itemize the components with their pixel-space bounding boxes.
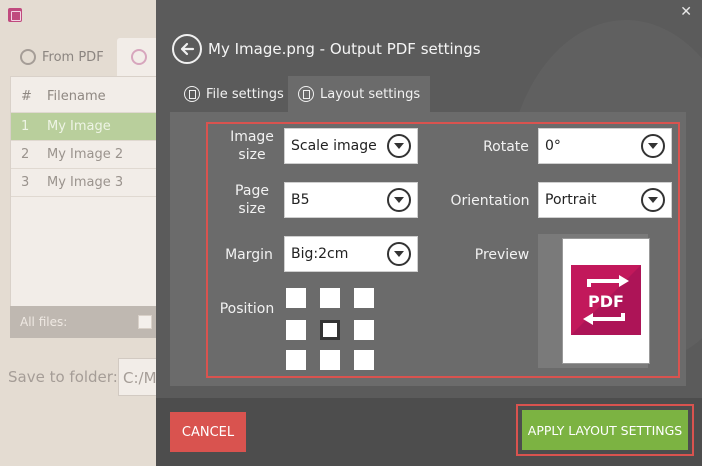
layout-settings-icon [298, 86, 314, 102]
position-middle-right[interactable] [354, 320, 374, 340]
output-settings-dialog: ✕ My Image.png - Output PDF settings Fil… [156, 0, 702, 466]
orientation-label: Orientation [450, 193, 530, 209]
preview-page: PDF [562, 238, 650, 364]
header-num: # [21, 89, 32, 104]
dialog-title: My Image.png - Output PDF settings [208, 40, 481, 58]
margin-select[interactable]: Big:2cm [284, 236, 418, 272]
page-size-label-line2: size [238, 201, 266, 217]
all-files-label: All files: [20, 315, 68, 329]
tab-file-settings-label: File settings [206, 86, 284, 102]
layout-settings-panel: Image size Scale image Rotate 0° Page si… [170, 112, 686, 386]
header-filename: Filename [47, 89, 106, 104]
position-top-left[interactable] [286, 288, 306, 308]
preview-label: Preview [474, 247, 530, 263]
position-bottom-right[interactable] [354, 350, 374, 370]
position-middle-left[interactable] [286, 320, 306, 340]
table-row[interactable]: 1 My Image [11, 113, 161, 141]
apply-layout-settings-button[interactable]: APPLY LAYOUT SETTINGS [522, 410, 688, 450]
rotate-select[interactable]: 0° [538, 128, 672, 164]
chevron-down-icon [387, 188, 411, 212]
row-num: 2 [21, 147, 30, 162]
image-size-label-line2: size [238, 147, 266, 163]
cancel-button[interactable]: CANCEL [170, 412, 246, 452]
position-label: Position [219, 301, 275, 317]
app-logo-icon [8, 8, 22, 22]
page-size-label: Page size [222, 182, 282, 218]
table-row[interactable]: 2 My Image 2 [11, 141, 161, 169]
image-size-label-line1: Image [230, 129, 274, 145]
image-size-label: Image size [222, 128, 282, 164]
back-button[interactable] [172, 34, 202, 64]
dialog-footer: CANCEL APPLY LAYOUT SETTINGS [156, 398, 702, 466]
file-settings-icon [184, 86, 200, 102]
table-row[interactable]: 3 My Image 3 [11, 169, 161, 197]
tab-layout-settings[interactable]: Layout settings [288, 76, 430, 112]
pdf-logo-text: PDF [588, 292, 624, 311]
row-num: 1 [21, 119, 30, 134]
chevron-down-icon [641, 188, 665, 212]
chevron-down-icon [387, 242, 411, 266]
page-size-label-line1: Page [235, 183, 269, 199]
apply-highlight-box: APPLY LAYOUT SETTINGS [516, 404, 694, 456]
page-size-select[interactable]: B5 [284, 182, 418, 218]
image-size-select[interactable]: Scale image [284, 128, 418, 164]
close-icon[interactable]: ✕ [680, 4, 692, 20]
file-table: # Filename 1 My Image 2 My Image 2 3 My … [10, 76, 161, 338]
rotate-label: Rotate [483, 139, 529, 155]
tab-file-settings[interactable]: File settings [174, 76, 286, 112]
rotate-value: 0° [545, 138, 561, 154]
position-top-center[interactable] [320, 288, 340, 308]
row-num: 3 [21, 175, 30, 190]
tab-layout-settings-label: Layout settings [320, 86, 421, 102]
margin-value: Big:2cm [291, 246, 349, 262]
from-pdf-icon [20, 49, 36, 65]
position-bottom-left[interactable] [286, 350, 306, 370]
table-header: # Filename [11, 81, 161, 113]
tab-from-pdf[interactable]: From PDF [10, 38, 116, 76]
bg-tab-bar: From PDF [0, 38, 167, 76]
pdf-logo-icon: PDF [571, 265, 641, 335]
preview-frame: PDF [538, 234, 650, 368]
all-files-bar: All files: [10, 306, 160, 338]
orientation-select[interactable]: Portrait [538, 182, 672, 218]
to-pdf-icon [131, 49, 147, 65]
all-files-checkbox[interactable] [138, 315, 152, 329]
chevron-down-icon [387, 134, 411, 158]
margin-label: Margin [225, 247, 273, 263]
tab-from-pdf-label: From PDF [42, 49, 104, 65]
position-bottom-center[interactable] [320, 350, 340, 370]
position-center[interactable] [320, 320, 340, 340]
orientation-value: Portrait [545, 192, 597, 208]
chevron-down-icon [641, 134, 665, 158]
save-folder-label: Save to folder: [8, 368, 118, 386]
row-filename: My Image 3 [47, 175, 124, 190]
image-size-value: Scale image [291, 138, 377, 154]
arrow-left-icon [180, 42, 195, 56]
row-filename: My Image 2 [47, 147, 124, 162]
row-filename: My Image [47, 119, 111, 134]
page-size-value: B5 [291, 192, 310, 208]
position-top-right[interactable] [354, 288, 374, 308]
